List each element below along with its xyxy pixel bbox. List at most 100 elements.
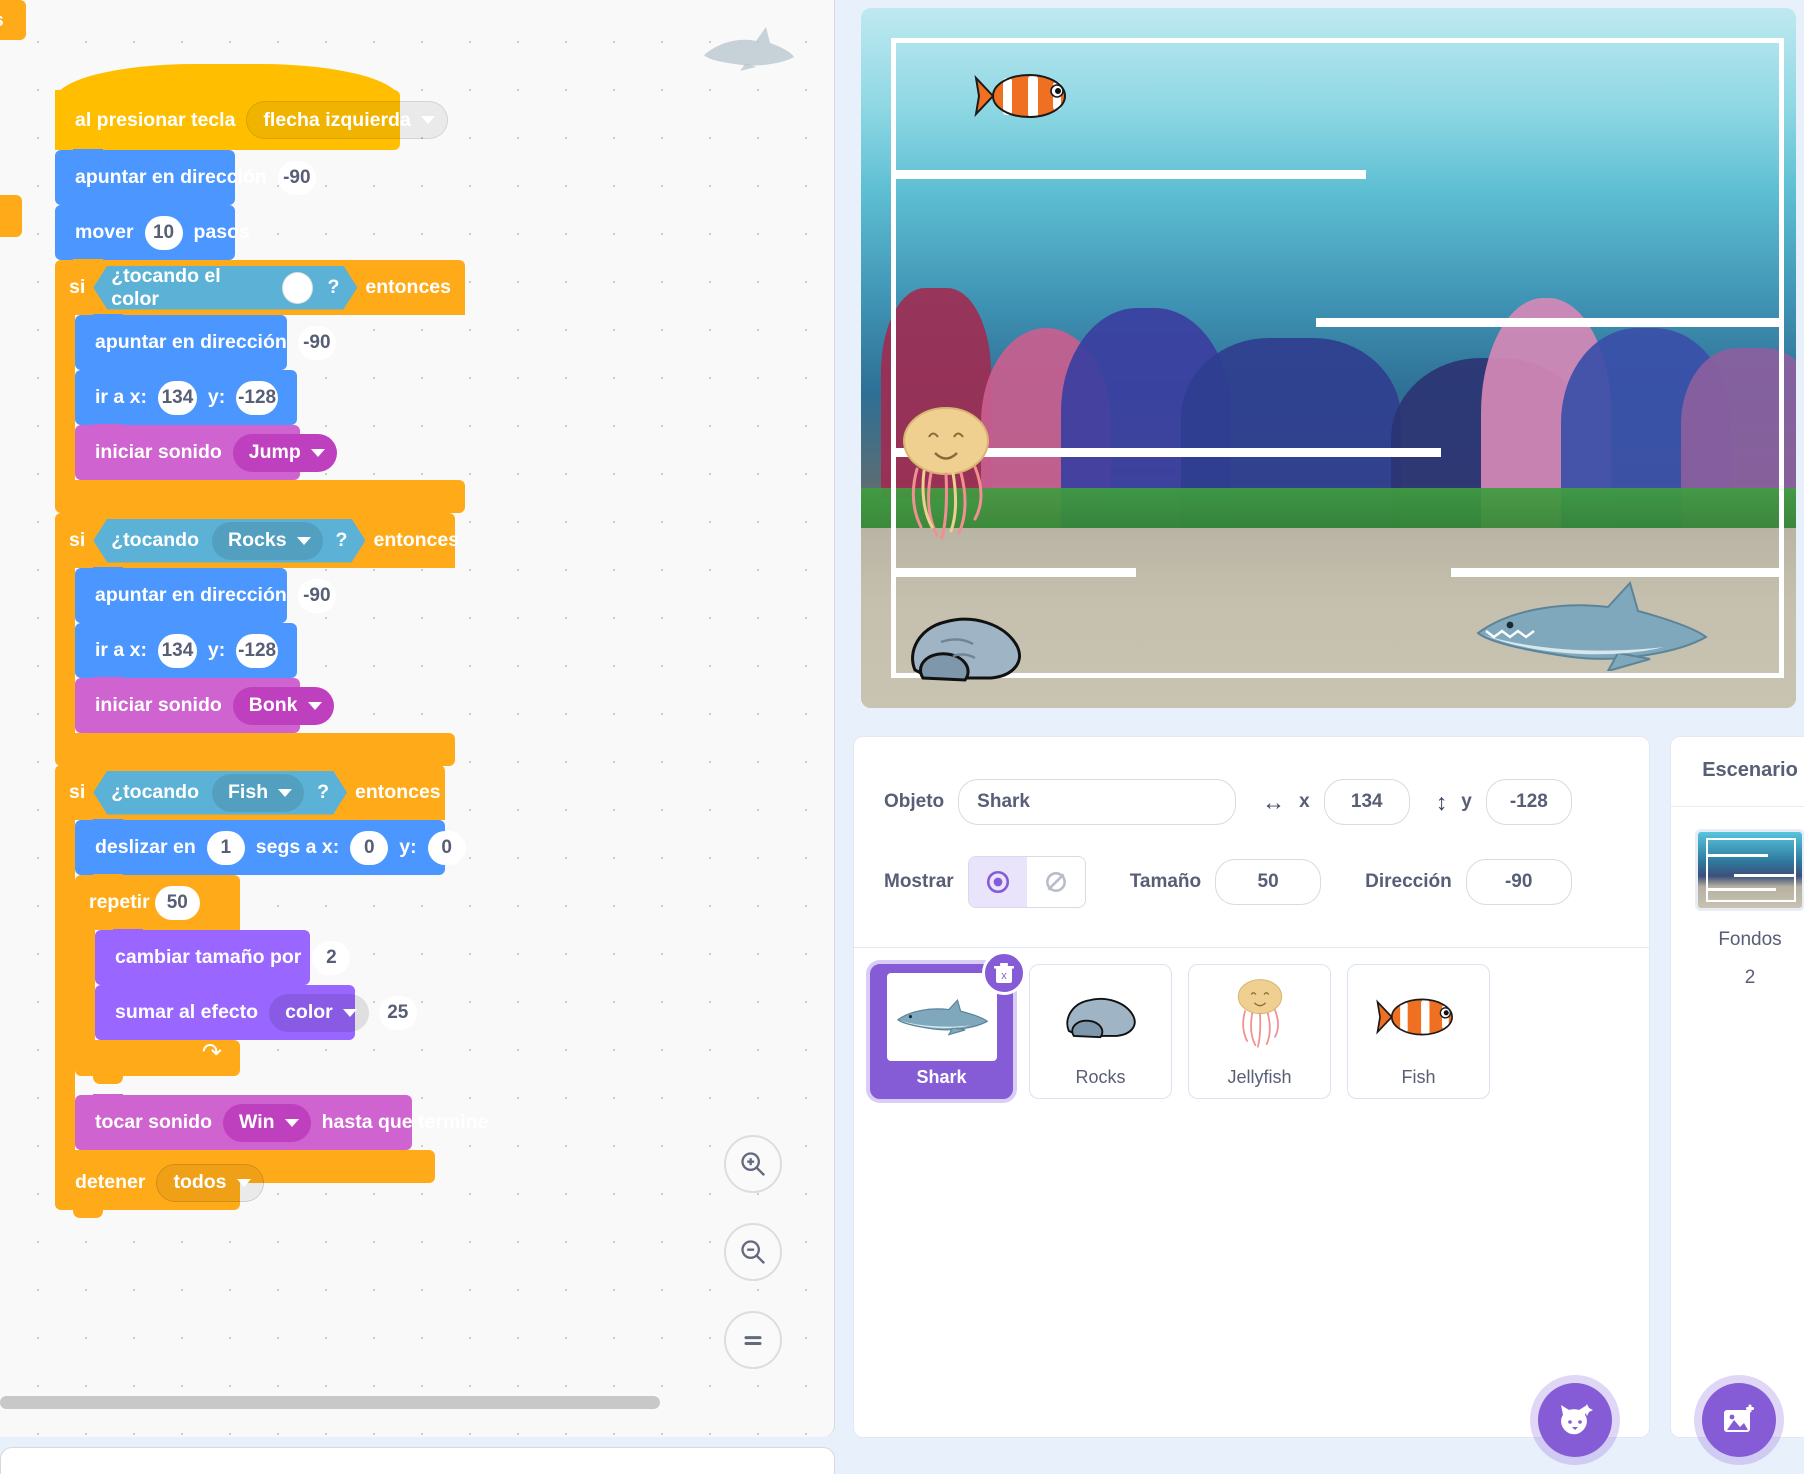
code-workspace[interactable]: es al presionar tecla flecha izquierda a… [0,0,835,1437]
show-sprite-button[interactable] [969,857,1027,907]
glide-y-value[interactable]: 0 [428,831,466,865]
stage-sprite-rocks[interactable] [901,608,1031,688]
when-key-pressed-label: al presionar tecla [69,109,241,132]
add-sprite-button[interactable] [1538,1383,1612,1457]
sound-dropdown-value: Jump [249,441,301,464]
sensing-touching-object[interactable]: ¿tocando Rocks ? [93,519,365,563]
sprite-card-fish[interactable]: Fish [1347,964,1490,1099]
backdrop-thumbnail[interactable] [1695,829,1804,911]
effect-dropdown[interactable]: color [269,994,369,1032]
block-go-to-xy[interactable]: ir a x: 134 y: -128 [75,370,297,425]
sensing-touching-object[interactable]: ¿tocando Fish ? [93,771,347,815]
sprite-direction-input[interactable]: -90 [1466,859,1572,905]
sprite-card-jellyfish[interactable]: Jellyfish [1188,964,1331,1099]
overlay-bar [1451,568,1781,577]
add-backdrop-button[interactable] [1702,1383,1776,1457]
block-repeat[interactable]: repetir 50 cambiar tamaño por 2 [75,875,405,1076]
point-direction-value[interactable]: -90 [278,161,316,195]
stage-selector-panel[interactable]: Escenario Fondos 2 [1670,736,1804,1438]
sound-dropdown[interactable]: Bonk [233,687,334,725]
touching-target-dropdown[interactable]: Fish [212,774,304,812]
workspace-scroll-thumb[interactable] [0,1396,660,1409]
sprite-size-input[interactable]: 50 [1215,859,1321,905]
zoom-out-icon [739,1238,767,1266]
sprite-thumbnail-jellyfish [1205,973,1315,1061]
repeat-times-value[interactable]: 50 [155,886,200,920]
block-start-sound[interactable]: iniciar sonido Bonk [75,678,300,733]
chevron-down-icon [311,449,325,457]
goto-x-value[interactable]: 134 [158,634,197,668]
horizontal-arrows-icon: ↔ [1262,789,1285,816]
sensing-touching-color[interactable]: ¿tocando el color ? [93,266,357,310]
glide-label-a: deslizar en [89,836,202,859]
overlay-bar [1316,318,1781,327]
if-touching-color-header[interactable]: si ¿tocando el color ? entonces [55,260,465,315]
sprite-card-rocks[interactable]: Rocks [1029,964,1172,1099]
if-touching-fish-header[interactable]: si ¿tocando Fish ? entonces [55,765,445,820]
sprite-card-shark[interactable]: x Shark [870,964,1013,1099]
block-change-effect-by[interactable]: sumar al efecto color 25 [95,985,355,1040]
move-steps-value[interactable]: 10 [145,216,183,250]
change-effect-value[interactable]: 25 [379,996,417,1030]
delete-sprite-button[interactable]: x [982,951,1026,995]
sprite-thumbnail-shark [887,973,997,1061]
chevron-down-icon [308,702,322,710]
touching-question: ? [328,529,356,552]
stop-option-dropdown[interactable]: todos [156,1164,263,1202]
block-when-key-pressed[interactable]: al presionar tecla flecha izquierda [55,90,400,150]
block-go-to-xy[interactable]: ir a x: 134 y: -128 [75,623,297,678]
repeat-label: repetir [89,891,150,914]
block-start-sound[interactable]: iniciar sonido Jump [75,425,300,480]
block-if-touching-fish[interactable]: si ¿tocando Fish ? entonces deslizar en [55,765,445,1183]
stage-sprite-fish[interactable] [973,66,1078,126]
visibility-toggle-group[interactable] [968,856,1086,908]
sound-dropdown-value: Win [239,1111,275,1134]
goto-y-value[interactable]: -128 [236,634,278,668]
touching-target-value: Rocks [228,529,287,552]
zoom-reset-button[interactable] [724,1311,782,1369]
color-swatch[interactable] [282,272,313,304]
stage-area[interactable] [853,0,1804,720]
block-stop[interactable]: detener todos [55,1155,240,1210]
start-sound-label: iniciar sonido [89,441,228,464]
zoom-in-button[interactable] [724,1135,782,1193]
if-body-spine [55,820,75,1150]
point-direction-value[interactable]: -90 [298,326,336,360]
glide-x-value[interactable]: 0 [350,831,388,865]
if-body-spine [55,568,75,733]
goto-x-value[interactable]: 134 [158,381,197,415]
sprite-x-input[interactable]: 134 [1324,779,1410,825]
goto-y-value[interactable]: -128 [236,381,278,415]
block-point-in-direction[interactable]: apuntar en dirección -90 [75,568,287,623]
sound-dropdown[interactable]: Jump [233,434,337,472]
block-if-touching-rocks[interactable]: si ¿tocando Rocks ? entonces apuntar en … [55,513,455,766]
then-label: entonces [355,781,441,804]
block-if-touching-color[interactable]: si ¿tocando el color ? entonces apuntar … [55,260,465,513]
sprite-y-input[interactable]: -128 [1486,779,1572,825]
sprite-list[interactable]: x Shark Rocks [853,948,1650,1438]
block-point-in-direction[interactable]: apuntar en dirección -90 [55,150,235,205]
eye-icon [985,869,1011,895]
glide-secs-value[interactable]: 1 [207,831,245,865]
block-move-steps[interactable]: mover 10 pasos [55,205,235,260]
escenario-title: Escenario [1671,737,1804,807]
block-change-size-by[interactable]: cambiar tamaño por 2 [95,930,310,985]
workspace-horizontal-scrollbar[interactable] [0,1396,835,1409]
stop-option-value: todos [173,1171,226,1194]
sound-dropdown[interactable]: Win [223,1104,311,1142]
touching-target-dropdown[interactable]: Rocks [212,522,323,560]
block-glide-to-xy[interactable]: deslizar en 1 segs a x: 0 y: 0 [75,820,445,875]
point-direction-value[interactable]: -90 [298,579,336,613]
sprite-name-input[interactable]: Shark [958,779,1236,825]
stage-sprite-jellyfish[interactable] [891,403,1001,558]
change-size-label: cambiar tamaño por [109,946,307,969]
change-size-value[interactable]: 2 [312,941,350,975]
if-touching-rocks-header[interactable]: si ¿tocando Rocks ? entonces [55,513,455,568]
block-play-sound-until-done[interactable]: tocar sonido Win hasta que termine [75,1095,412,1150]
hide-sprite-button[interactable] [1027,857,1085,907]
key-dropdown[interactable]: flecha izquierda [246,101,447,139]
stage-canvas[interactable] [861,8,1796,708]
block-point-in-direction[interactable]: apuntar en dirección -90 [75,315,287,370]
stage-sprite-shark[interactable] [1468,581,1713,671]
zoom-out-button[interactable] [724,1223,782,1281]
